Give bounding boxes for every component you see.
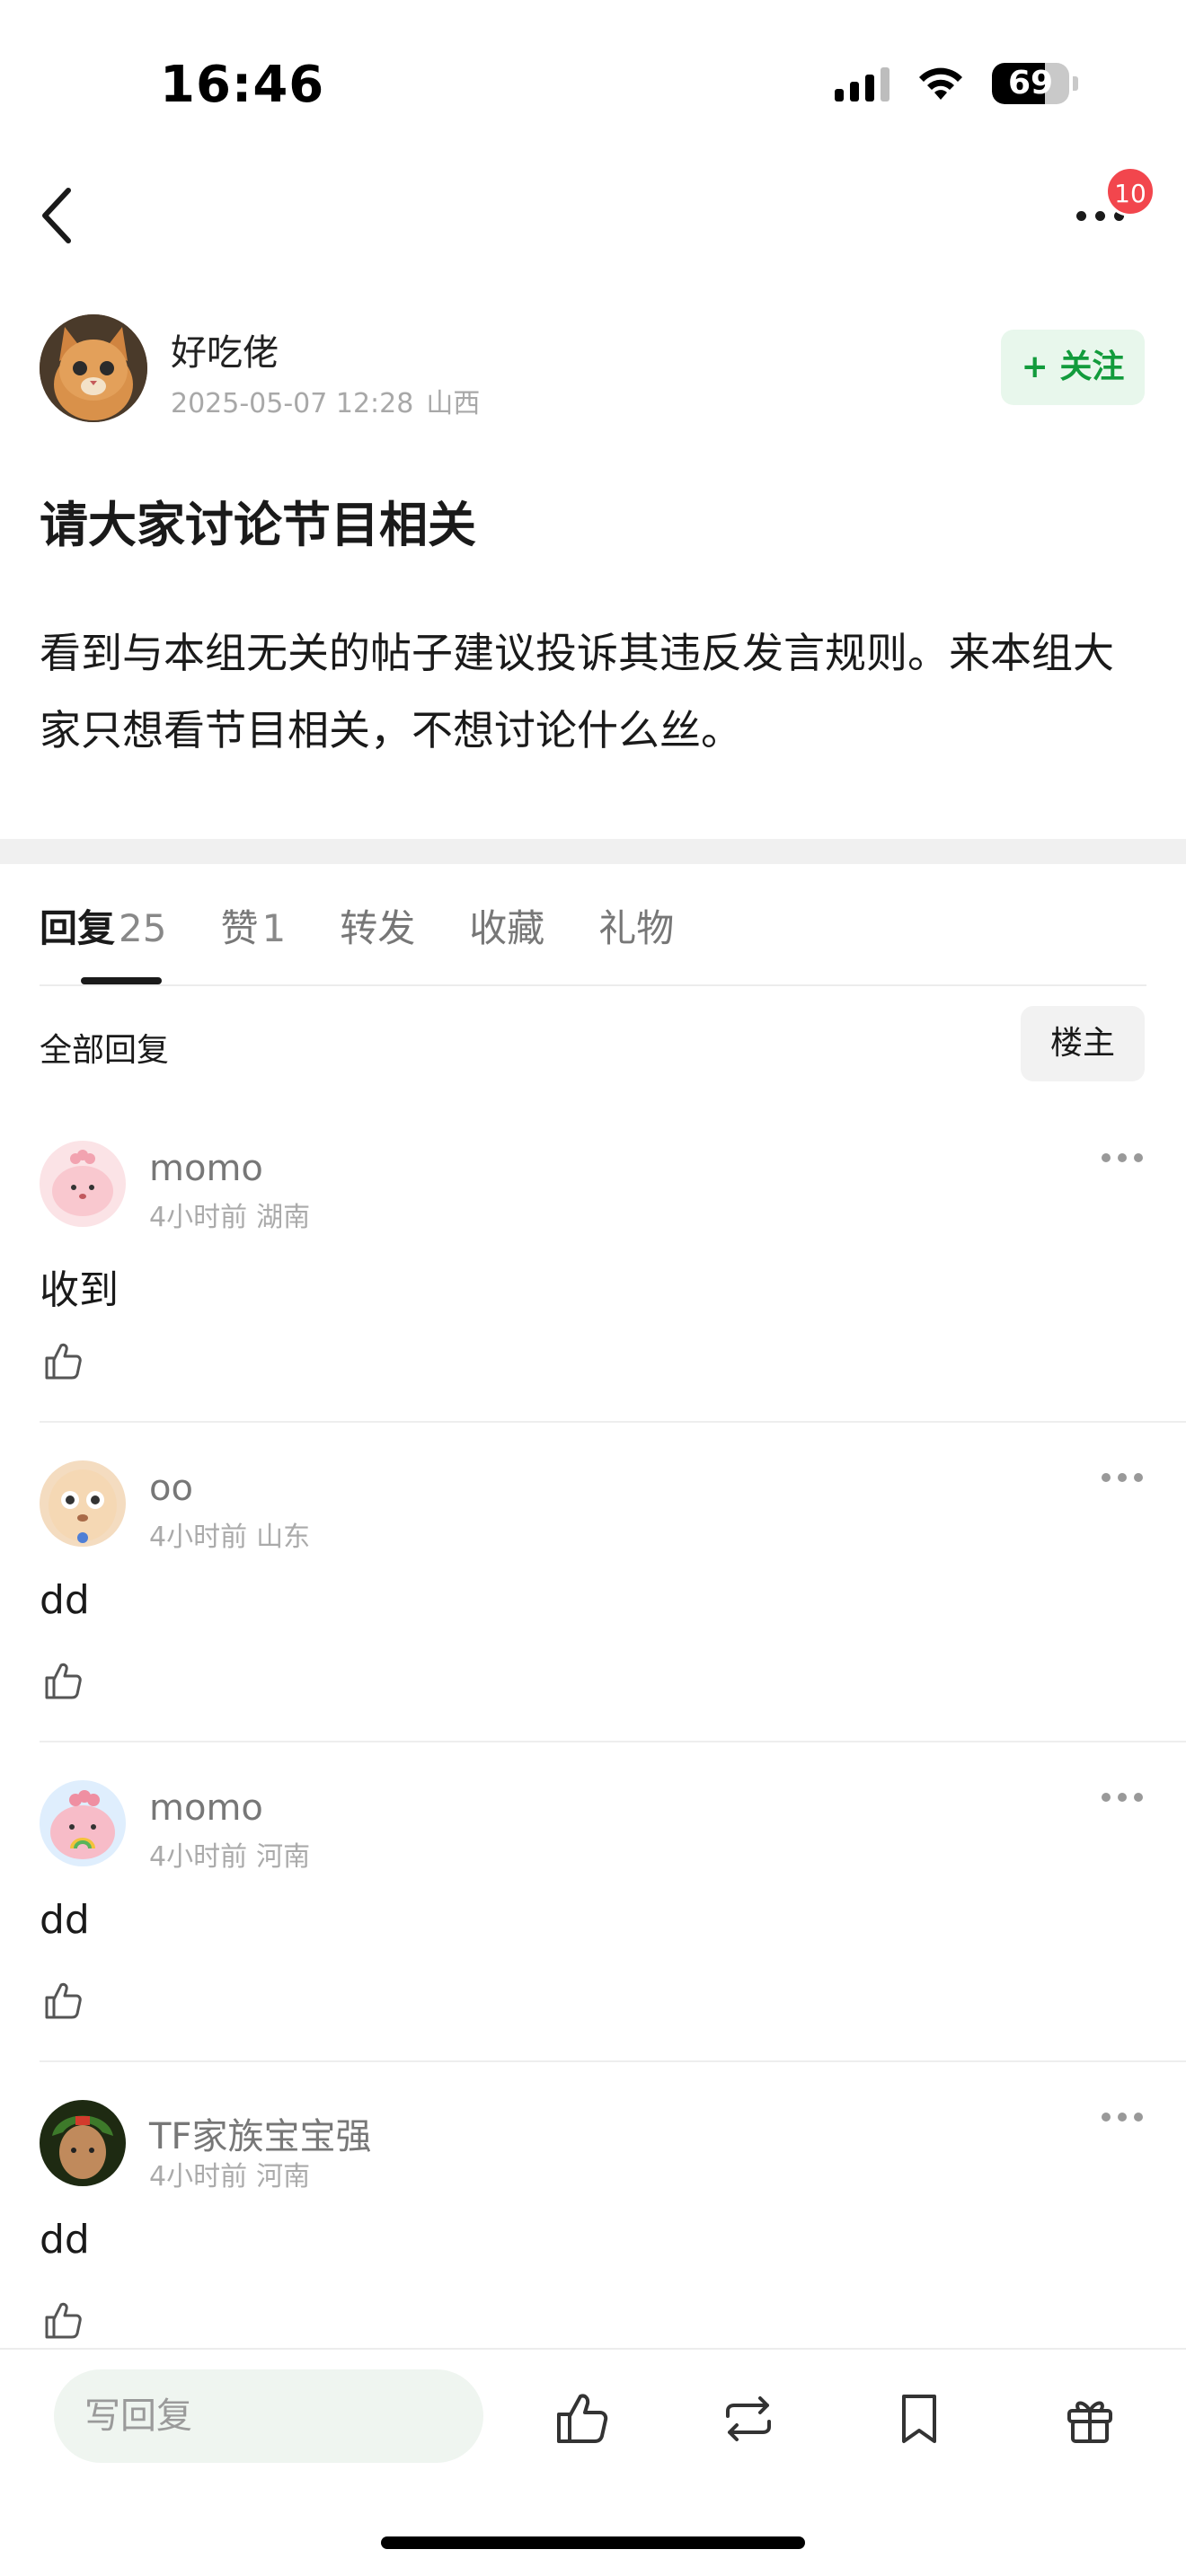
status-bar: 16:46 69	[0, 0, 1186, 171]
post-body: 看到与本组无关的帖子建议投诉其违反发言规则。来本组大家只想看节目相关，不想讨论什…	[40, 629, 1114, 754]
commenter-avatar[interactable]	[40, 1780, 126, 1866]
comment-divider	[40, 1421, 1186, 1423]
back-icon	[42, 188, 71, 243]
author-avatar[interactable]	[40, 314, 147, 422]
comment-text: dd	[40, 1577, 90, 1623]
section-divider	[0, 839, 1186, 864]
comment-text: 收到	[40, 1267, 119, 1313]
owner-only-button[interactable]: 楼主	[1021, 1006, 1145, 1081]
comment-meta: 4小时前 湖南	[149, 1202, 311, 1233]
follow-button[interactable]: + 关注	[1001, 330, 1145, 405]
reaction-tabs: 回复25 赞1 转发 收藏 礼物	[40, 898, 728, 953]
status-icons: 69	[835, 63, 1078, 104]
comment-more-icon[interactable]	[1102, 1793, 1143, 1802]
comment-text: dd	[40, 1897, 90, 1943]
active-tab-indicator	[81, 977, 162, 984]
gift-icon[interactable]	[1060, 2389, 1120, 2448]
photo-avatar-image	[40, 2100, 126, 2186]
commenter-avatar[interactable]	[40, 2100, 126, 2186]
commenter-name[interactable]: oo	[149, 1468, 193, 1509]
tab-gifts[interactable]: 礼物	[598, 898, 674, 953]
home-indicator[interactable]	[381, 2536, 805, 2549]
status-time: 16:46	[160, 56, 325, 114]
post-location: 山西	[426, 388, 481, 419]
tab-replies[interactable]: 回复25	[40, 898, 166, 953]
comment-divider	[40, 2060, 1186, 2062]
cat-avatar-image	[40, 314, 147, 422]
repost-icon[interactable]	[719, 2389, 778, 2448]
cellular-signal-icon	[835, 66, 890, 101]
commenter-name[interactable]: TF家族宝宝强	[149, 2107, 371, 2159]
battery-tip	[1073, 76, 1078, 91]
comment-meta: 4小时前 河南	[149, 1841, 311, 1873]
like-icon[interactable]	[40, 1978, 84, 2023]
battery-level: 69	[1007, 65, 1054, 101]
pink-blob-avatar-image	[40, 1141, 126, 1227]
post-date: 2025-05-07 12:28	[171, 388, 414, 419]
comment-item: oo 4小时前 山东 dd	[0, 1460, 1186, 1780]
like-icon[interactable]	[40, 2298, 84, 2342]
tab-reposts[interactable]: 转发	[340, 898, 415, 953]
like-icon[interactable]	[40, 1338, 84, 1383]
commenter-name[interactable]: momo	[149, 1787, 263, 1829]
tab-favorites[interactable]: 收藏	[469, 898, 544, 953]
face-avatar-image	[40, 1460, 126, 1547]
commenter-name[interactable]: momo	[149, 1148, 263, 1189]
comment-more-icon[interactable]	[1102, 1473, 1143, 1482]
comment-meta: 4小时前 河南	[149, 2161, 311, 2192]
comment-item: momo 4小时前 湖南 收到	[0, 1141, 1186, 1460]
all-replies-label[interactable]: 全部回复	[40, 1024, 169, 1071]
comment-divider	[40, 1741, 1186, 1742]
replies-count: 25	[119, 906, 167, 950]
back-button[interactable]	[36, 180, 81, 251]
comment-more-icon[interactable]	[1102, 2113, 1143, 2122]
comment-more-icon[interactable]	[1102, 1153, 1143, 1162]
author-meta: 2025-05-07 12:28 山西	[171, 381, 480, 420]
comment-text: dd	[40, 2217, 90, 2263]
like-icon[interactable]	[552, 2389, 611, 2448]
battery-icon: 69	[992, 63, 1069, 104]
reply-input[interactable]	[54, 2369, 483, 2463]
bookmark-icon[interactable]	[890, 2389, 949, 2448]
like-icon[interactable]	[40, 1658, 84, 1703]
comment-item: momo 4小时前 河南 dd	[0, 1780, 1186, 2100]
commenter-avatar[interactable]	[40, 1460, 126, 1547]
tabs-divider	[40, 984, 1146, 986]
comment-meta: 4小时前 山东	[149, 1522, 311, 1553]
wifi-icon	[919, 67, 962, 100]
author-name[interactable]: 好吃佬	[171, 323, 279, 375]
tab-likes[interactable]: 赞1	[220, 898, 286, 953]
likes-count: 1	[261, 906, 287, 950]
notification-badge: 10	[1105, 166, 1155, 216]
pink-rainbow-avatar-image	[40, 1780, 126, 1866]
post-title: 请大家讨论节目相关	[40, 497, 476, 553]
commenter-avatar[interactable]	[40, 1141, 126, 1227]
